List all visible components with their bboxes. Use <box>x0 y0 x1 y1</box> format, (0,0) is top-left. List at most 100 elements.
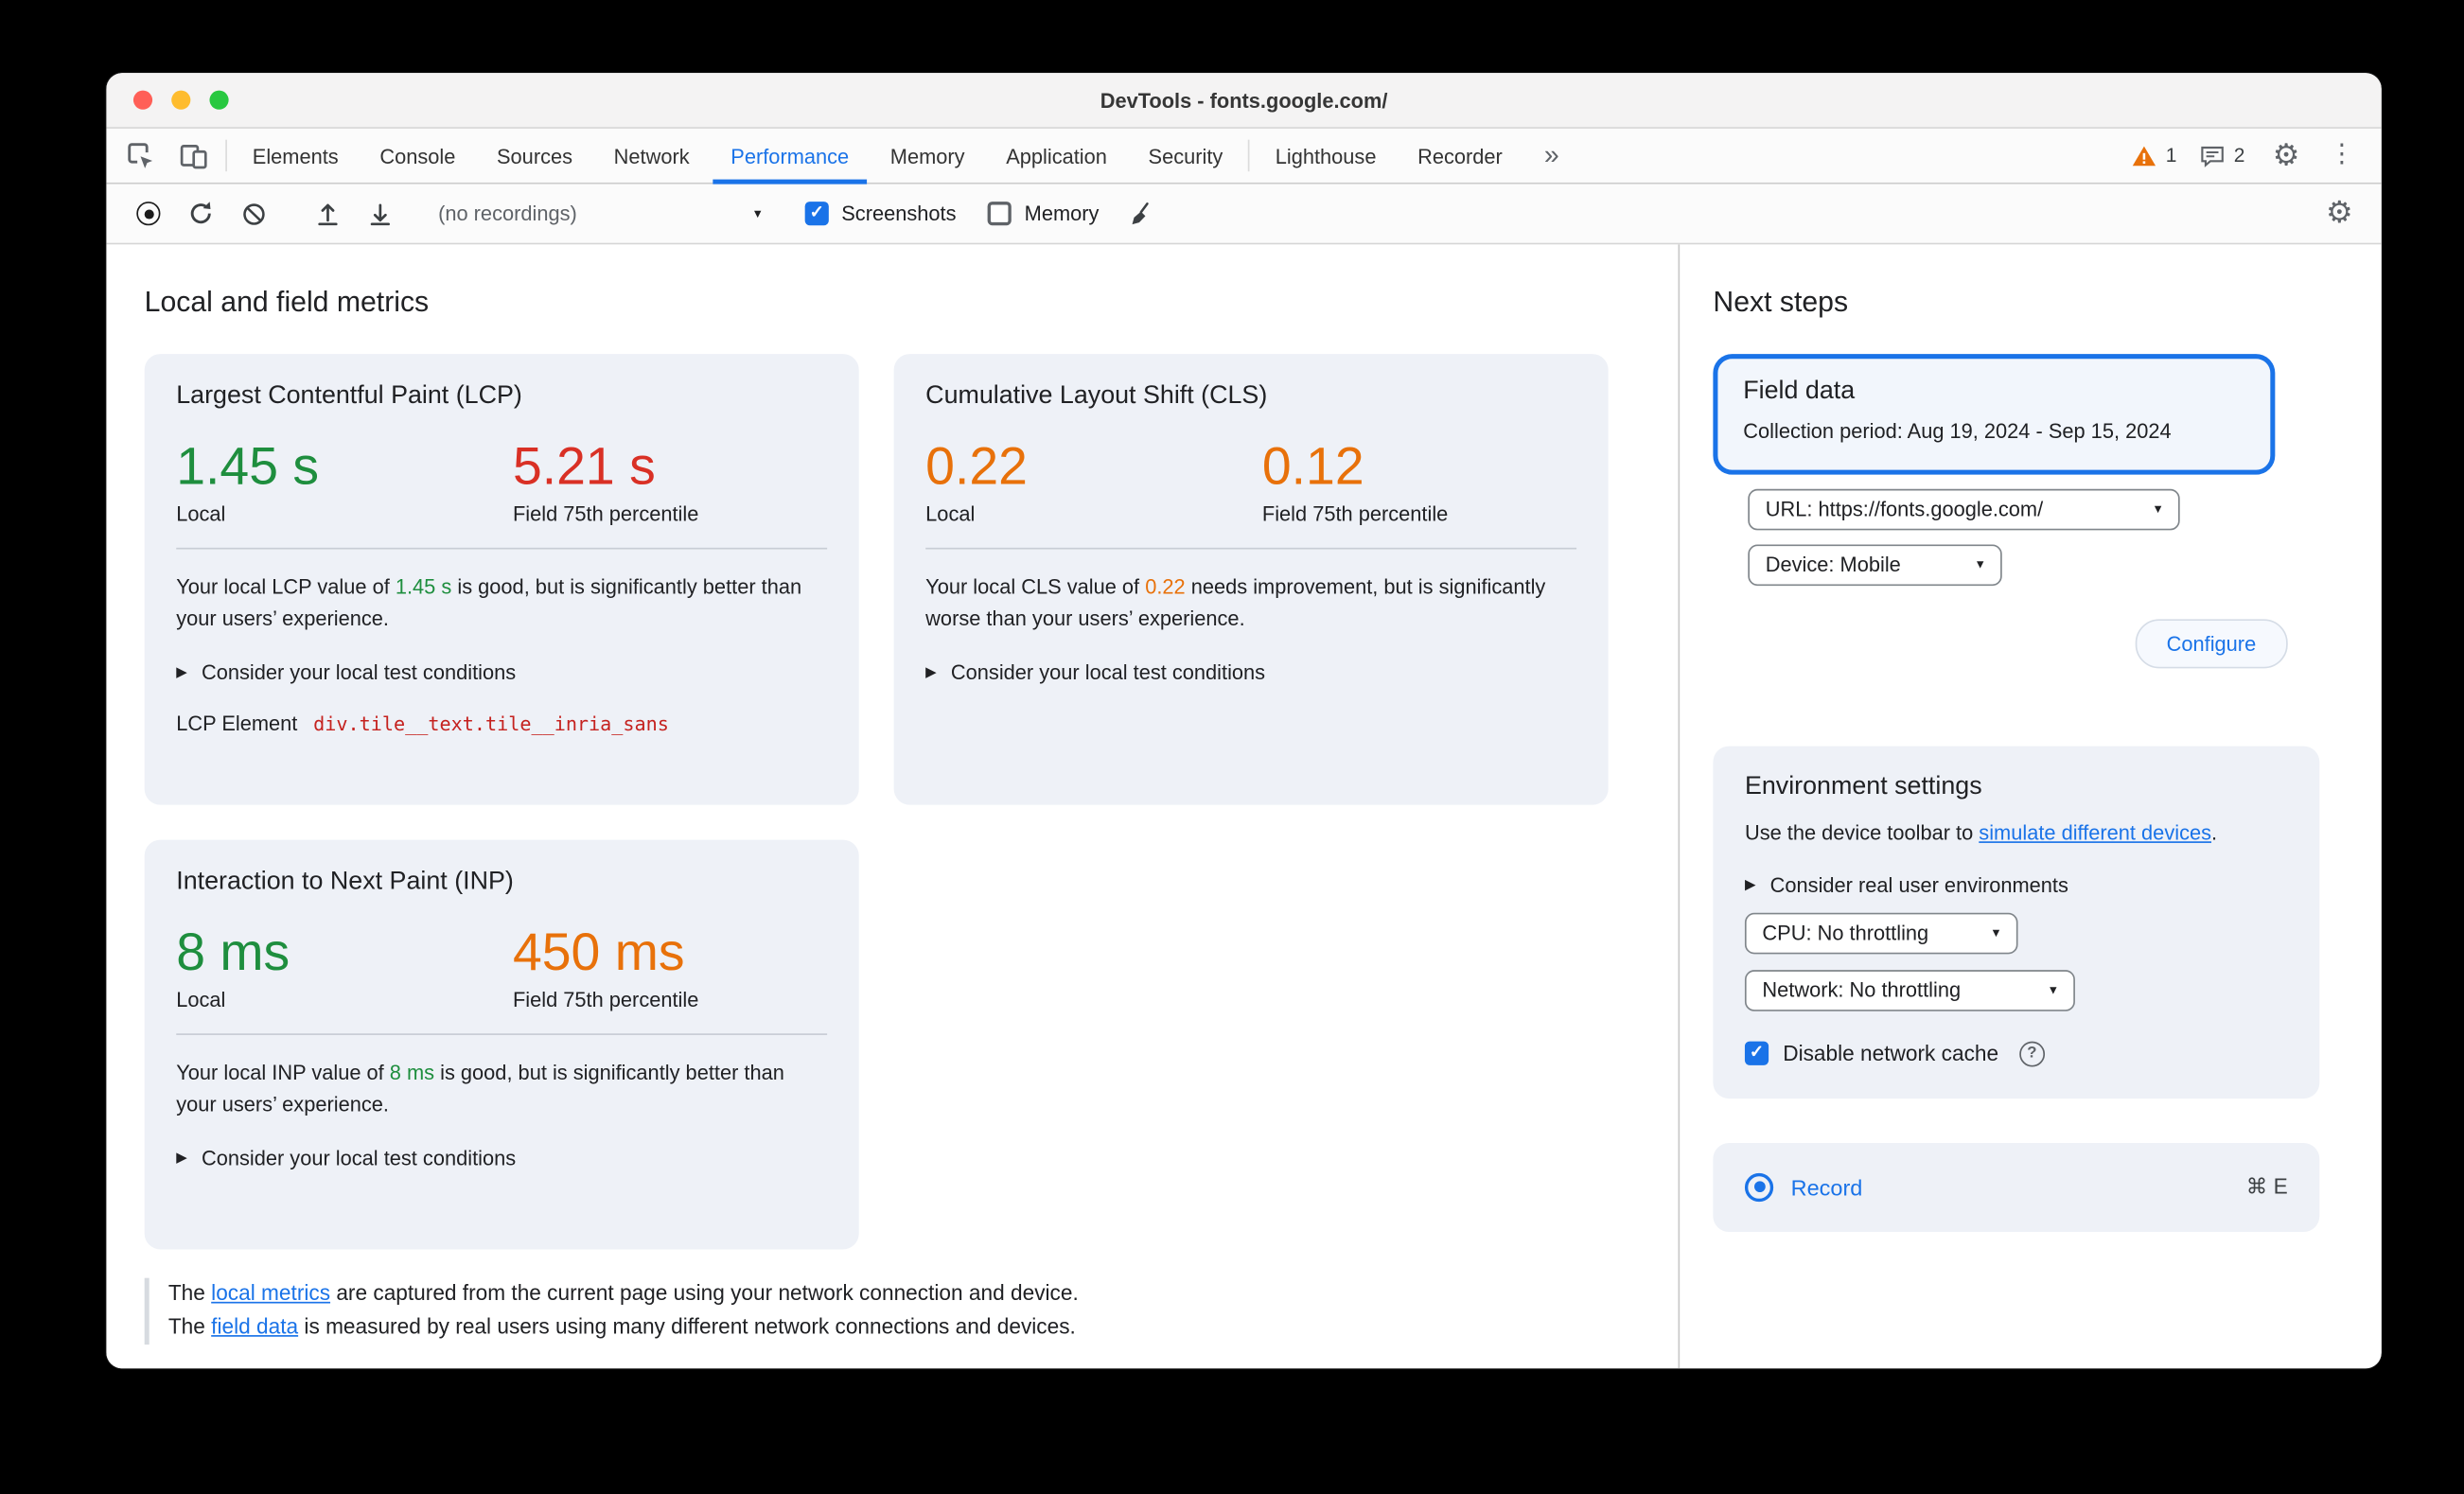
divider <box>176 547 828 550</box>
network-throttling-select[interactable]: Network: No throttling ▼ <box>1744 969 2075 1011</box>
record-button[interactable]: Record <box>1744 1172 1862 1202</box>
recordings-select-value: (no recordings) <box>438 202 577 226</box>
tab-application[interactable]: Application <box>985 129 1127 183</box>
capture-settings-button[interactable]: ⚙ <box>2316 193 2363 235</box>
footer-line-2: The field data is measured by real users… <box>168 1311 1640 1345</box>
reload-and-record-button[interactable] <box>178 193 224 235</box>
zoom-button[interactable] <box>209 90 229 110</box>
recordings-select[interactable]: (no recordings) ▼ <box>429 199 773 229</box>
disable-cache-row: ✓ Disable network cache ? <box>1744 1041 2288 1066</box>
environment-description: Use the device toolbar to simulate diffe… <box>1745 817 2288 849</box>
url-select-value: URL: https://fonts.google.com/ <box>1765 497 2044 521</box>
real-user-environments-toggle[interactable]: ▶ Consider real user environments <box>1745 872 2288 896</box>
text: The <box>167 1314 212 1339</box>
warning-count: 1 <box>2165 144 2177 167</box>
minimize-button[interactable] <box>171 90 191 110</box>
cpu-select-value: CPU: No throttling <box>1762 921 1929 945</box>
screenshots-checkbox[interactable]: ✓ <box>804 202 829 226</box>
device-toolbar-button[interactable] <box>167 129 220 183</box>
cls-test-conditions-label: Consider your local test conditions <box>950 659 1266 685</box>
block-icon <box>242 202 264 224</box>
close-button[interactable] <box>132 90 153 110</box>
toolbar-separator <box>225 139 227 172</box>
tab-recorder[interactable]: Recorder <box>1397 129 1522 183</box>
tab-lighthouse[interactable]: Lighthouse <box>1255 129 1397 183</box>
warning-icon <box>2132 145 2156 166</box>
device-select[interactable]: Device: Mobile ▼ <box>1748 543 2002 586</box>
cls-card-title: Cumulative Layout Shift (CLS) <box>925 382 1268 410</box>
simulate-devices-link[interactable]: simulate different devices <box>1979 820 2211 844</box>
devtools-settings-button[interactable]: ⚙ <box>2267 140 2305 170</box>
lcp-card-title: Largest Contentful Paint (LCP) <box>176 382 522 410</box>
inp-card: Interaction to Next Paint (INP) 8 ms Loc… <box>144 839 859 1250</box>
lcp-local-metric: 1.45 s Local <box>176 436 513 525</box>
lcp-field-label: Field 75th percentile <box>512 501 699 526</box>
collect-garbage-icon <box>1132 202 1149 224</box>
inp-metrics: 8 ms Local 450 ms Field 75th percentile <box>176 923 827 1011</box>
window-controls <box>132 90 229 110</box>
inp-field-metric: 450 ms Field 75th percentile <box>513 923 698 1011</box>
cls-local-value: 0.22 <box>925 436 1028 496</box>
inp-card-title: Interaction to Next Paint (INP) <box>176 868 514 896</box>
inp-test-conditions-toggle[interactable]: ▶ Consider your local test conditions <box>176 1146 827 1169</box>
tabbar-right-cluster: 1 2 ⚙ ⋮ <box>2131 129 2369 183</box>
issues-indicator[interactable]: 2 <box>2199 142 2245 169</box>
tab-console[interactable]: Console <box>360 129 477 183</box>
tab-separator <box>1248 139 1250 172</box>
inp-local-label: Local <box>176 987 226 1011</box>
cpu-throttling-select[interactable]: CPU: No throttling ▼ <box>1744 912 2018 954</box>
lcp-test-conditions-toggle[interactable]: ▶ Consider your local test conditions <box>176 660 827 684</box>
record-performance-button[interactable] <box>126 193 172 235</box>
check-icon: ✓ <box>1749 1043 1765 1063</box>
tab-network[interactable]: Network <box>593 129 711 183</box>
clear-recordings-button[interactable] <box>230 193 276 235</box>
collect-garbage-button[interactable] <box>1118 193 1165 235</box>
help-icon[interactable]: ? <box>2018 1041 2045 1066</box>
save-profile-button[interactable] <box>358 193 404 235</box>
cls-description: Your local CLS value of 0.22 needs impro… <box>925 571 1576 637</box>
page-title: Local and field metrics <box>144 286 430 318</box>
chevron-double-icon: » <box>1543 139 1559 170</box>
record-icon <box>1744 1172 1774 1202</box>
lcp-inline-value: 1.45 s <box>395 574 452 599</box>
device-select-row: Device: Mobile ▼ <box>1748 543 2381 586</box>
inspect-element-button[interactable] <box>113 129 167 183</box>
field-data-link[interactable]: field data <box>211 1314 298 1338</box>
load-profile-button[interactable] <box>305 193 351 235</box>
collection-period: Collection period: Aug 19, 2024 - Sep 15… <box>1743 418 2172 444</box>
more-tabs-button[interactable]: » <box>1523 129 1580 183</box>
lcp-element-row: LCP Element div.tile__text.tile__inria_s… <box>176 712 827 735</box>
cls-test-conditions-toggle[interactable]: ▶ Consider your local test conditions <box>925 660 1576 684</box>
warnings-indicator[interactable]: 1 <box>2131 142 2177 169</box>
real-user-environments-label: Consider real user environments <box>1769 872 2068 897</box>
local-metrics-link[interactable]: local metrics <box>211 1281 330 1305</box>
screenshots-label: Screenshots <box>841 202 957 226</box>
disclosure-triangle-icon: ▶ <box>176 1149 187 1166</box>
url-select-row: URL: https://fonts.google.com/ ▼ <box>1748 487 2381 530</box>
tab-sources[interactable]: Sources <box>476 129 593 183</box>
configure-button-label: Configure <box>2166 630 2257 656</box>
memory-checkbox[interactable] <box>988 202 1012 226</box>
text: The <box>167 1281 212 1306</box>
device-select-value: Device: Mobile <box>1765 552 1901 577</box>
issues-count: 2 <box>2233 144 2245 167</box>
url-select[interactable]: URL: https://fonts.google.com/ ▼ <box>1748 487 2180 530</box>
upload-icon <box>318 203 338 226</box>
next-steps-title: Next steps <box>1713 286 1849 318</box>
inspect-icon <box>128 143 153 168</box>
message-icon <box>2201 146 2224 167</box>
cls-inline-value: 0.22 <box>1145 574 1186 599</box>
tab-elements[interactable]: Elements <box>232 129 360 183</box>
configure-button[interactable]: Configure <box>2135 618 2288 668</box>
cls-field-metric: 0.12 Field 75th percentile <box>1262 436 1448 525</box>
text: Your local LCP value of <box>176 574 396 599</box>
inp-field-value: 450 ms <box>512 922 685 981</box>
cpu-select-row: CPU: No throttling ▼ <box>1744 912 2288 954</box>
lcp-element-link[interactable]: div.tile__text.tile__inria_sans <box>313 712 669 734</box>
tab-security[interactable]: Security <box>1128 129 1243 183</box>
devtools-menu-button[interactable]: ⋮ <box>2328 142 2356 168</box>
lcp-metrics: 1.45 s Local 5.21 s Field 75th percentil… <box>176 436 827 525</box>
tab-memory[interactable]: Memory <box>870 129 985 183</box>
tab-performance[interactable]: Performance <box>710 129 869 185</box>
disable-cache-checkbox[interactable]: ✓ <box>1744 1041 1769 1066</box>
